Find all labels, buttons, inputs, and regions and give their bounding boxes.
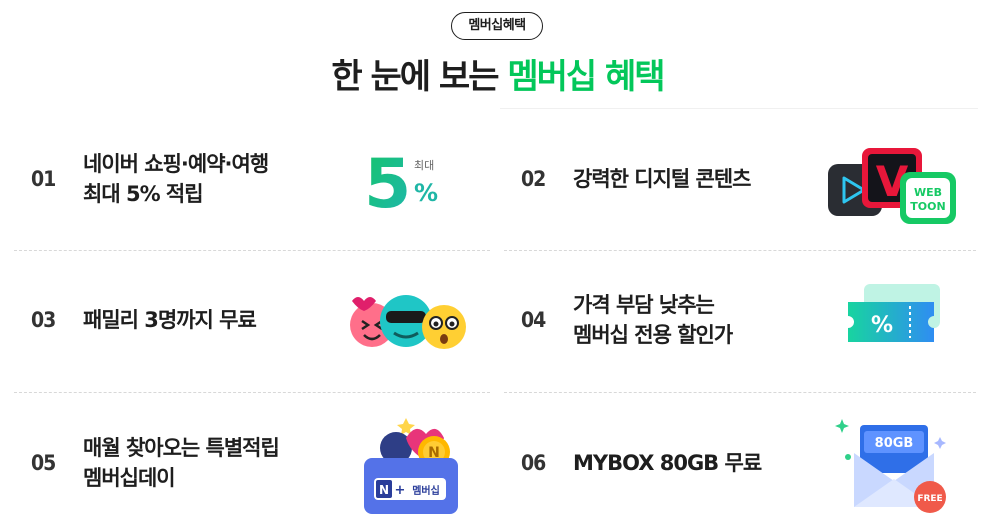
benefit-label-line1: 네이버 쇼핑·예약·여행: [83, 152, 269, 176]
benefit-item-02: 02 강력한 디지털 콘텐츠 V WEB TOON: [504, 124, 980, 234]
benefit-label-line1: 패밀리 3명까지 무료: [83, 308, 257, 332]
benefit-number: 06: [521, 451, 546, 475]
benefit-label: MYBOX 80GB 무료: [573, 408, 853, 518]
five-digit: 5: [364, 145, 411, 219]
mybox-capacity: 80GB: [875, 436, 914, 451]
free-tag: FREE: [917, 494, 942, 504]
box-label: 멤버십: [412, 484, 440, 497]
benefit-label-line2: 멤버십데이: [83, 466, 176, 490]
mybox-envelope-icon: 80GB FREE: [832, 408, 952, 518]
benefit-item-05: 05 매월 찾아오는 특별적립 멤버십데이 N N + 멤버십: [14, 408, 490, 518]
top-rule: [500, 108, 978, 109]
benefit-label-line1: 가격 부담 낮추는: [573, 293, 715, 317]
membership-gift-box-icon: N N + 멤버십: [344, 408, 468, 518]
benefit-number: 05: [31, 451, 56, 475]
percent-sign: %: [414, 179, 438, 207]
row-divider: [14, 392, 490, 393]
benefit-item-06: 06 MYBOX 80GB 무료 80GB FREE: [504, 408, 980, 518]
benefit-label: 패밀리 3명까지 무료: [83, 265, 343, 375]
page-title: 한 눈에 보는 멤버십 혜택: [0, 52, 995, 102]
benefit-label-line2: 멤버십 전용 할인가: [573, 323, 733, 347]
row-divider: [504, 392, 976, 393]
box-plus: +: [395, 483, 406, 498]
row-divider: [14, 250, 490, 251]
benefit-number: 01: [31, 167, 56, 191]
benefit-label: 매월 찾아오는 특별적립 멤버십데이: [83, 408, 343, 518]
benefit-label: 네이버 쇼핑·예약·여행 최대 5% 적립: [83, 124, 343, 234]
benefit-label-line1: MYBOX 80GB 무료: [573, 451, 762, 475]
emoji-faces-icon: [344, 265, 470, 375]
coupon-percent: %: [871, 313, 893, 338]
benefit-label: 가격 부담 낮추는 멤버십 전용 할인가: [573, 265, 833, 375]
benefit-label: 강력한 디지털 콘텐츠: [573, 124, 833, 234]
row-divider: [504, 250, 976, 251]
five-percent-icon: 5 최대 %: [362, 124, 452, 234]
benefit-label-line1: 매월 찾아오는 특별적립: [83, 436, 280, 460]
svg-text:TOON: TOON: [910, 200, 945, 213]
benefit-number: 02: [521, 167, 546, 191]
benefit-number: 04: [521, 308, 546, 332]
membership-benefits-badge: 멤버십혜택: [451, 12, 543, 40]
discount-coupon-icon: %: [844, 265, 944, 375]
box-n: N: [379, 483, 389, 497]
svg-text:WEB: WEB: [914, 186, 942, 199]
benefit-item-03: 03 패밀리 3명까지 무료: [14, 265, 490, 375]
benefit-label-line1: 강력한 디지털 콘텐츠: [573, 167, 752, 191]
max-label: 최대: [414, 159, 434, 172]
digital-content-apps-icon: V WEB TOON: [826, 124, 958, 234]
benefit-label-line2: 최대 5% 적립: [83, 182, 204, 206]
benefit-item-04: 04 가격 부담 낮추는 멤버십 전용 할인가 %: [504, 265, 980, 375]
benefit-item-01: 01 네이버 쇼핑·예약·여행 최대 5% 적립 5 최대 %: [14, 124, 490, 234]
title-accent: 멤버십 혜택: [507, 57, 665, 97]
title-plain: 한 눈에 보는: [331, 57, 508, 97]
benefit-number: 03: [31, 308, 56, 332]
